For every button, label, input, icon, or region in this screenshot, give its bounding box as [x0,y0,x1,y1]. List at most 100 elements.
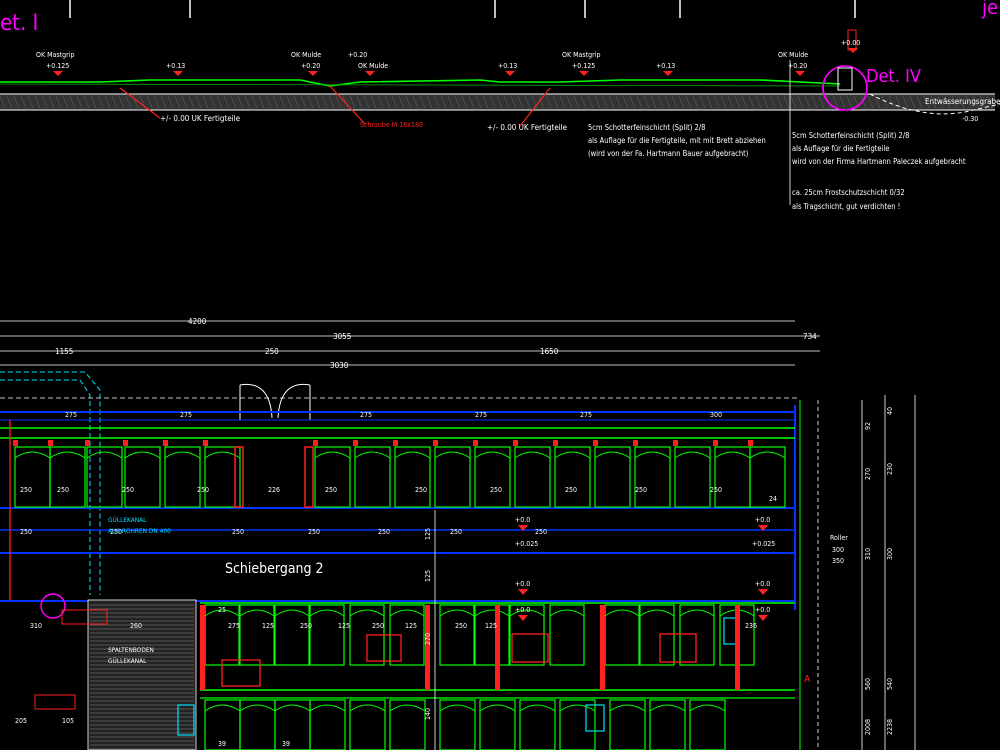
gang-dim: 250 [378,528,390,536]
right-column-dim: 2008 [864,719,872,735]
cell-box [439,604,475,666]
dim-part-right: 3055 [333,332,351,341]
level-value: +0.13 [656,62,675,70]
anchor-marker [513,440,518,446]
small-dim: 205 [15,717,27,725]
right-column-dim: 270 [864,468,872,480]
level-triangle-icon [53,71,63,76]
cell-box [639,604,675,666]
small-dim: 25 [218,606,226,614]
gully-canal-line2: AUS ROHREN DN 400 [108,527,171,535]
schiebergang-label: Schiebergang 2 [225,561,324,577]
gang-dim: 250 [232,528,244,536]
note2-line2: als Auflage für die Fertigteile [792,144,889,153]
red-post [600,605,605,690]
section-level-markers: OK Mastgrip +0.125 +0.13 OK Mulde +0.20 +0.20… [36,39,860,76]
level-value: +0.13 [498,62,517,70]
top-row-dim: 275 [180,411,192,419]
top-row-dim: 300 [710,411,722,419]
cell-box [749,446,786,508]
note2-line1: 5cm Schotterfeinschicht (Split) 2/8 [792,131,909,140]
cell-box [554,446,591,508]
level-value: +0.125 [46,62,69,70]
box-dim: 250 [20,486,32,494]
plan-level-value: +0.0 [515,580,530,588]
lower-dim: 125 [338,622,350,630]
cell-box [604,604,640,666]
top-row-dim: 275 [65,411,77,419]
cell-box [434,446,471,508]
cell-box [86,446,123,508]
screw-label: Schraube M 16x180 [360,121,423,129]
red-fitting-box [221,659,261,687]
dimension-lines [0,320,820,366]
cell-box [49,446,86,508]
plan-level-triangle-icon [758,589,768,595]
section-marker-a: A [804,674,811,685]
top-cell-row [13,440,786,508]
vertical-dim: 125 [424,528,432,540]
anchor-marker [713,440,718,446]
anchor-marker [393,440,398,446]
cad-drawing-canvas[interactable]: et. I je OK Mastgrip +0.125 +0.13 OK Mulde +… [0,0,1000,750]
top-row-dim: 275 [580,411,592,419]
dim-mid: 250 [265,347,279,356]
cell-box [239,604,275,666]
level-triangle-icon [365,71,375,76]
plan-level-value: +0.0 [755,580,770,588]
roller-dim2: 350 [832,557,844,565]
cell-box [164,446,201,508]
lower-dim: 250 [455,622,467,630]
red-fitting-box [659,633,697,663]
red-post [495,605,500,690]
detail-i-label: et. I [0,11,38,36]
lower-dim: 250 [372,622,384,630]
right-column2-dim: 2238 [886,719,894,735]
anchor-marker [473,440,478,446]
cell-box [274,604,310,666]
vertical-dim: 140 [424,708,432,720]
detail-iv-label: Det. IV [866,66,921,87]
slatted-floor-line2: GÜLLEKANAL [108,656,147,665]
right-column2-dim: 40 [886,407,894,415]
level-name: +0.20 [348,51,367,59]
anchor-marker [633,440,638,446]
box-dim: 250 [635,486,647,494]
cell-box [204,604,240,666]
box-dim: 250 [565,486,577,494]
gang-dim: 250 [535,528,547,536]
slatted-floor-line1: SPALTENBODEN [108,646,154,654]
note2-line3: wird von der Firma Hartmann Paleczek auf… [792,157,966,166]
cell-box [474,604,510,666]
dim-right: 1650 [540,347,559,356]
cell-box [634,446,671,508]
red-post [425,605,430,690]
note1-line1: 5cm Schotterfeinschicht (Split) 2/8 [588,123,705,132]
small-dim: 260 [130,622,142,630]
lower-dim: 275 [228,622,240,630]
level-value: +0.20 [788,62,807,70]
dim-left: 1155 [55,347,73,356]
cell-box [14,446,51,508]
level-value: OK Mulde [358,62,388,70]
cell-box [309,604,345,666]
anchor-marker [593,440,598,446]
lower-dim: 125 [485,622,497,630]
uk-right-label: +/- 0.00 UK Fertigteile [487,123,568,132]
plan-level-025: +0.025 [515,540,538,548]
red-post [200,605,205,690]
plan-level-triangle-icon [518,589,528,595]
plan-level-value: +0.0 [755,516,770,524]
small-dim: 105 [62,717,74,725]
top-row-dim: 275 [360,411,372,419]
ditch-level: -0.30 [962,115,978,123]
top-row-dim: 275 [475,411,487,419]
dim-right-small: 734 [803,332,817,341]
box-dim: 250 [325,486,337,494]
level-triangle-icon [795,71,805,76]
note1-line2: als Auflage für die Fertigteile, mit mit… [588,136,766,145]
cell-box [314,446,351,508]
plan-level-value: +0.0 [515,516,530,524]
gully-canal-line1: GÜLLEKANAL [108,515,147,524]
box-dim: 250 [57,486,69,494]
